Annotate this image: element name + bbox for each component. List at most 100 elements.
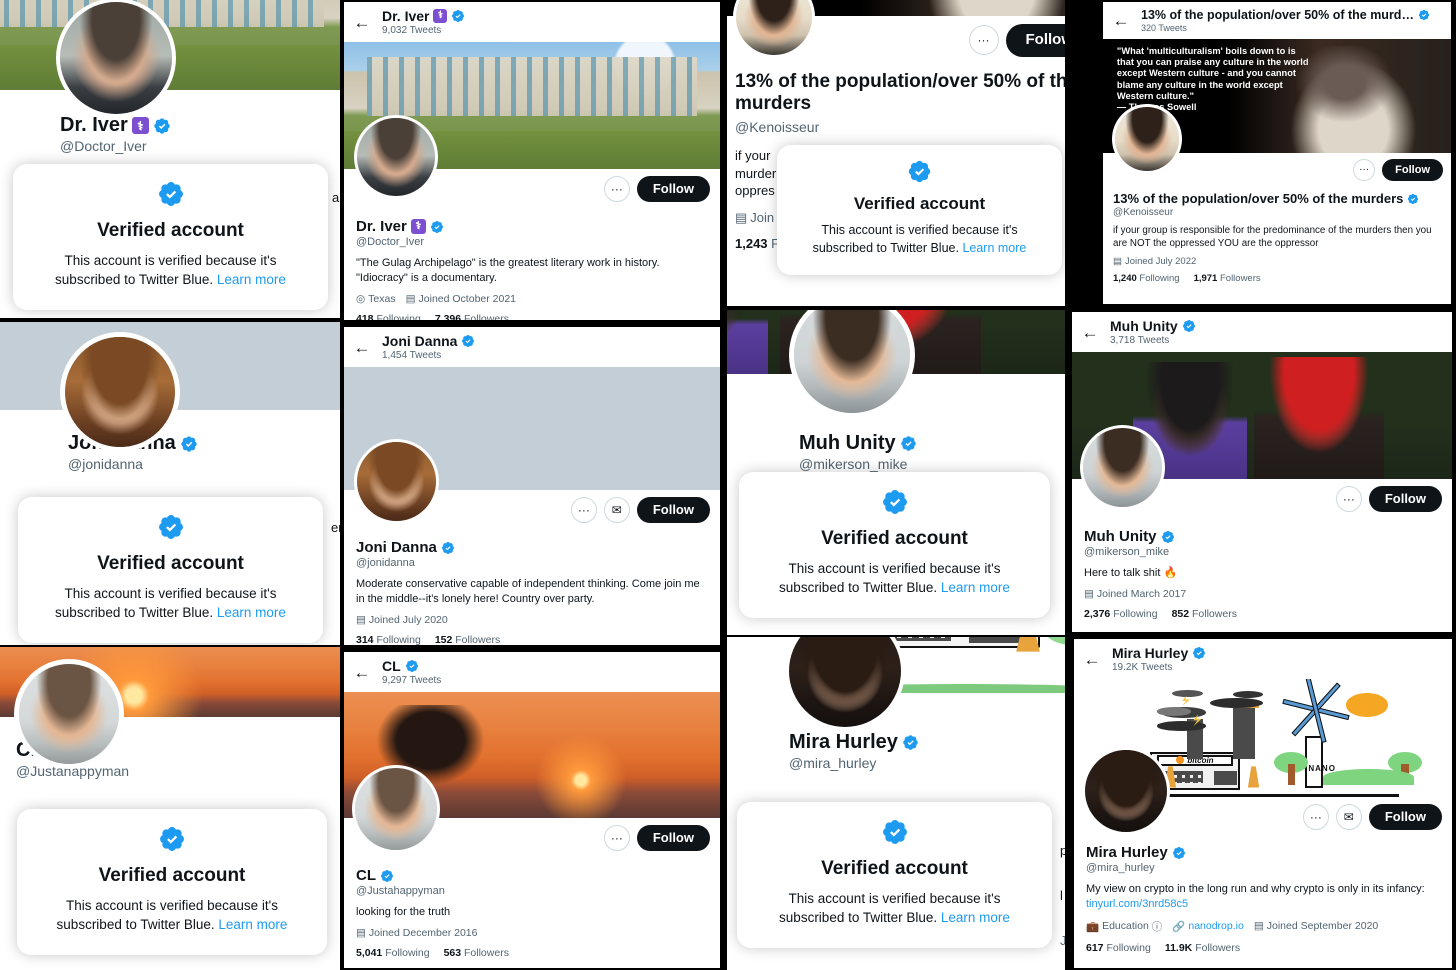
verified-badge-icon[interactable] bbox=[461, 334, 475, 348]
followers-stat[interactable]: 11.9K Followers bbox=[1165, 942, 1240, 954]
back-icon[interactable]: ← bbox=[352, 339, 372, 356]
verified-badge-icon bbox=[881, 488, 909, 516]
more-options-button[interactable]: ··· bbox=[603, 825, 630, 852]
verified-badge-icon[interactable] bbox=[902, 734, 919, 751]
avatar[interactable] bbox=[56, 0, 176, 118]
follow-button[interactable]: Follow bbox=[1005, 24, 1065, 57]
avatar[interactable] bbox=[733, 0, 815, 58]
avatar[interactable] bbox=[60, 332, 180, 452]
avatar[interactable] bbox=[1082, 747, 1170, 835]
followers-stat[interactable]: 152 Followers bbox=[435, 634, 500, 645]
profile-bio: My view on crypto in the long run and wh… bbox=[1086, 882, 1440, 912]
profile-header: ← Joni Danna 1,454 Tweets bbox=[344, 327, 720, 367]
more-options-button[interactable]: ··· bbox=[1302, 804, 1329, 831]
followers-stat[interactable]: 7,396 Followers bbox=[435, 313, 509, 320]
back-icon[interactable]: ← bbox=[1111, 12, 1131, 29]
avatar[interactable] bbox=[354, 439, 439, 524]
following-stat[interactable]: 1,240 Following bbox=[1113, 273, 1180, 284]
following-stat[interactable]: 418 Following bbox=[356, 313, 421, 320]
profile-bio: Moderate conservative capable of indepen… bbox=[356, 578, 700, 606]
link-icon: 🔗 bbox=[1172, 920, 1186, 933]
verified-badge-icon[interactable] bbox=[1407, 193, 1419, 205]
follow-button[interactable]: Follow bbox=[636, 825, 710, 852]
verified-account-tooltip: Verified account This account is verifie… bbox=[777, 145, 1062, 275]
website-link[interactable]: nanodrop.io bbox=[1188, 920, 1243, 932]
panel-joni-danna-tooltip: Joni Danna @jonidanna ent Verified accou… bbox=[0, 322, 340, 645]
more-options-button[interactable]: ··· bbox=[968, 25, 999, 56]
bio-link[interactable]: tinyurl.com/3nrd58c5 bbox=[1086, 898, 1188, 910]
verified-badge-icon[interactable] bbox=[430, 220, 444, 234]
avatar[interactable] bbox=[354, 115, 438, 199]
profile-display-name: Muh Unity bbox=[1084, 528, 1440, 545]
followers-stat[interactable]: 852 Followers bbox=[1172, 608, 1237, 620]
more-options-button[interactable]: ··· bbox=[603, 176, 630, 203]
back-icon[interactable]: ← bbox=[352, 664, 372, 681]
following-stat[interactable]: 314 Following bbox=[356, 634, 421, 645]
learn-more-link[interactable]: Learn more bbox=[217, 272, 286, 287]
message-button[interactable]: ✉ bbox=[1335, 804, 1362, 831]
avatar[interactable] bbox=[1112, 104, 1182, 174]
avatar[interactable] bbox=[785, 637, 905, 731]
verified-badge-icon[interactable] bbox=[1192, 646, 1206, 660]
followers-stat[interactable]: 1,971 Followers bbox=[1194, 273, 1261, 284]
learn-more-link[interactable]: Learn more bbox=[941, 580, 1010, 595]
follow-button[interactable]: Follow bbox=[1382, 159, 1443, 182]
follow-button[interactable]: Follow bbox=[1368, 804, 1442, 831]
profile-display-name: Muh Unity bbox=[799, 432, 1065, 455]
following-stat[interactable]: 617 Following bbox=[1086, 942, 1151, 954]
profile-display-name: CL bbox=[356, 867, 708, 884]
verified-badge-icon[interactable] bbox=[153, 117, 171, 135]
verified-badge-icon[interactable] bbox=[441, 541, 455, 555]
verified-account-tooltip: Verified account This account is verifie… bbox=[737, 802, 1052, 948]
joined-text: Joined September 2020 bbox=[1266, 920, 1379, 933]
following-stat[interactable]: 5,041 Following bbox=[356, 947, 430, 959]
more-options-button[interactable]: ··· bbox=[1335, 486, 1362, 513]
message-button[interactable]: ✉ bbox=[603, 497, 630, 524]
bio-fragment: l s bbox=[1060, 888, 1065, 903]
learn-more-link[interactable]: Learn more bbox=[941, 910, 1010, 925]
verified-account-tooltip: Verified account This account is verifie… bbox=[739, 472, 1050, 618]
panel-mira-hurley-profile: ← Mira Hurley 19.2K Tweets bitcoin NANO … bbox=[1068, 637, 1456, 970]
panel-mira-hurley-tooltip: bitcoin Mira Hurley bbox=[727, 637, 1065, 970]
verified-badge-icon[interactable] bbox=[1182, 319, 1196, 333]
back-icon[interactable]: ← bbox=[1080, 324, 1100, 341]
verified-badge-icon[interactable] bbox=[1161, 530, 1175, 544]
more-options-button[interactable]: ··· bbox=[570, 497, 597, 524]
learn-more-link[interactable]: Learn more bbox=[962, 241, 1026, 255]
bio-fragment: ent bbox=[331, 520, 340, 535]
info-icon[interactable]: ⓘ bbox=[1152, 919, 1163, 934]
verified-badge-icon[interactable] bbox=[1172, 846, 1186, 860]
profile-handle: @jonidanna bbox=[68, 456, 143, 472]
back-icon[interactable]: ← bbox=[352, 14, 372, 31]
verified-badge-icon[interactable] bbox=[405, 659, 419, 673]
following-stat[interactable]: 2,376 Following bbox=[1084, 608, 1158, 620]
avatar[interactable] bbox=[352, 765, 440, 853]
learn-more-link[interactable]: Learn more bbox=[218, 917, 287, 932]
learn-more-link[interactable]: Learn more bbox=[217, 605, 286, 620]
back-icon[interactable]: ← bbox=[1082, 651, 1102, 668]
verified-badge-icon[interactable] bbox=[900, 435, 917, 452]
joined-item: ▤ Joined October 2021 bbox=[406, 293, 516, 305]
avatar[interactable] bbox=[1080, 425, 1165, 510]
calendar-icon: ▤ bbox=[356, 927, 366, 940]
verified-account-tooltip: Verified account This account is verifie… bbox=[13, 164, 328, 310]
website-item: 🔗 nanodrop.io bbox=[1172, 920, 1244, 933]
joined-text: Joined July 2020 bbox=[368, 613, 448, 626]
follow-button[interactable]: Follow bbox=[636, 497, 710, 524]
following-stat[interactable]: 1,243 F bbox=[735, 236, 779, 251]
follow-button[interactable]: Follow bbox=[1368, 486, 1442, 513]
profile-bio: if your group is responsible for the pre… bbox=[1113, 225, 1432, 250]
avatar[interactable] bbox=[14, 659, 124, 769]
verified-badge-icon[interactable] bbox=[180, 435, 198, 453]
profile-bio: "The Gulag Archipelago" is the greatest … bbox=[356, 257, 660, 285]
tweet-count: 9,032 Tweets bbox=[382, 25, 442, 36]
follow-button[interactable]: Follow bbox=[636, 176, 710, 203]
calendar-icon: ▤ bbox=[405, 292, 416, 305]
verified-badge-icon[interactable] bbox=[451, 9, 465, 23]
verified-badge-icon[interactable] bbox=[380, 869, 394, 883]
profile-header: ← CL 9,297 Tweets bbox=[344, 652, 720, 692]
avatar[interactable] bbox=[789, 310, 915, 418]
more-options-button[interactable]: ··· bbox=[1353, 159, 1376, 182]
verified-badge-icon[interactable] bbox=[1418, 9, 1430, 21]
followers-stat[interactable]: 563 Followers bbox=[444, 947, 509, 959]
